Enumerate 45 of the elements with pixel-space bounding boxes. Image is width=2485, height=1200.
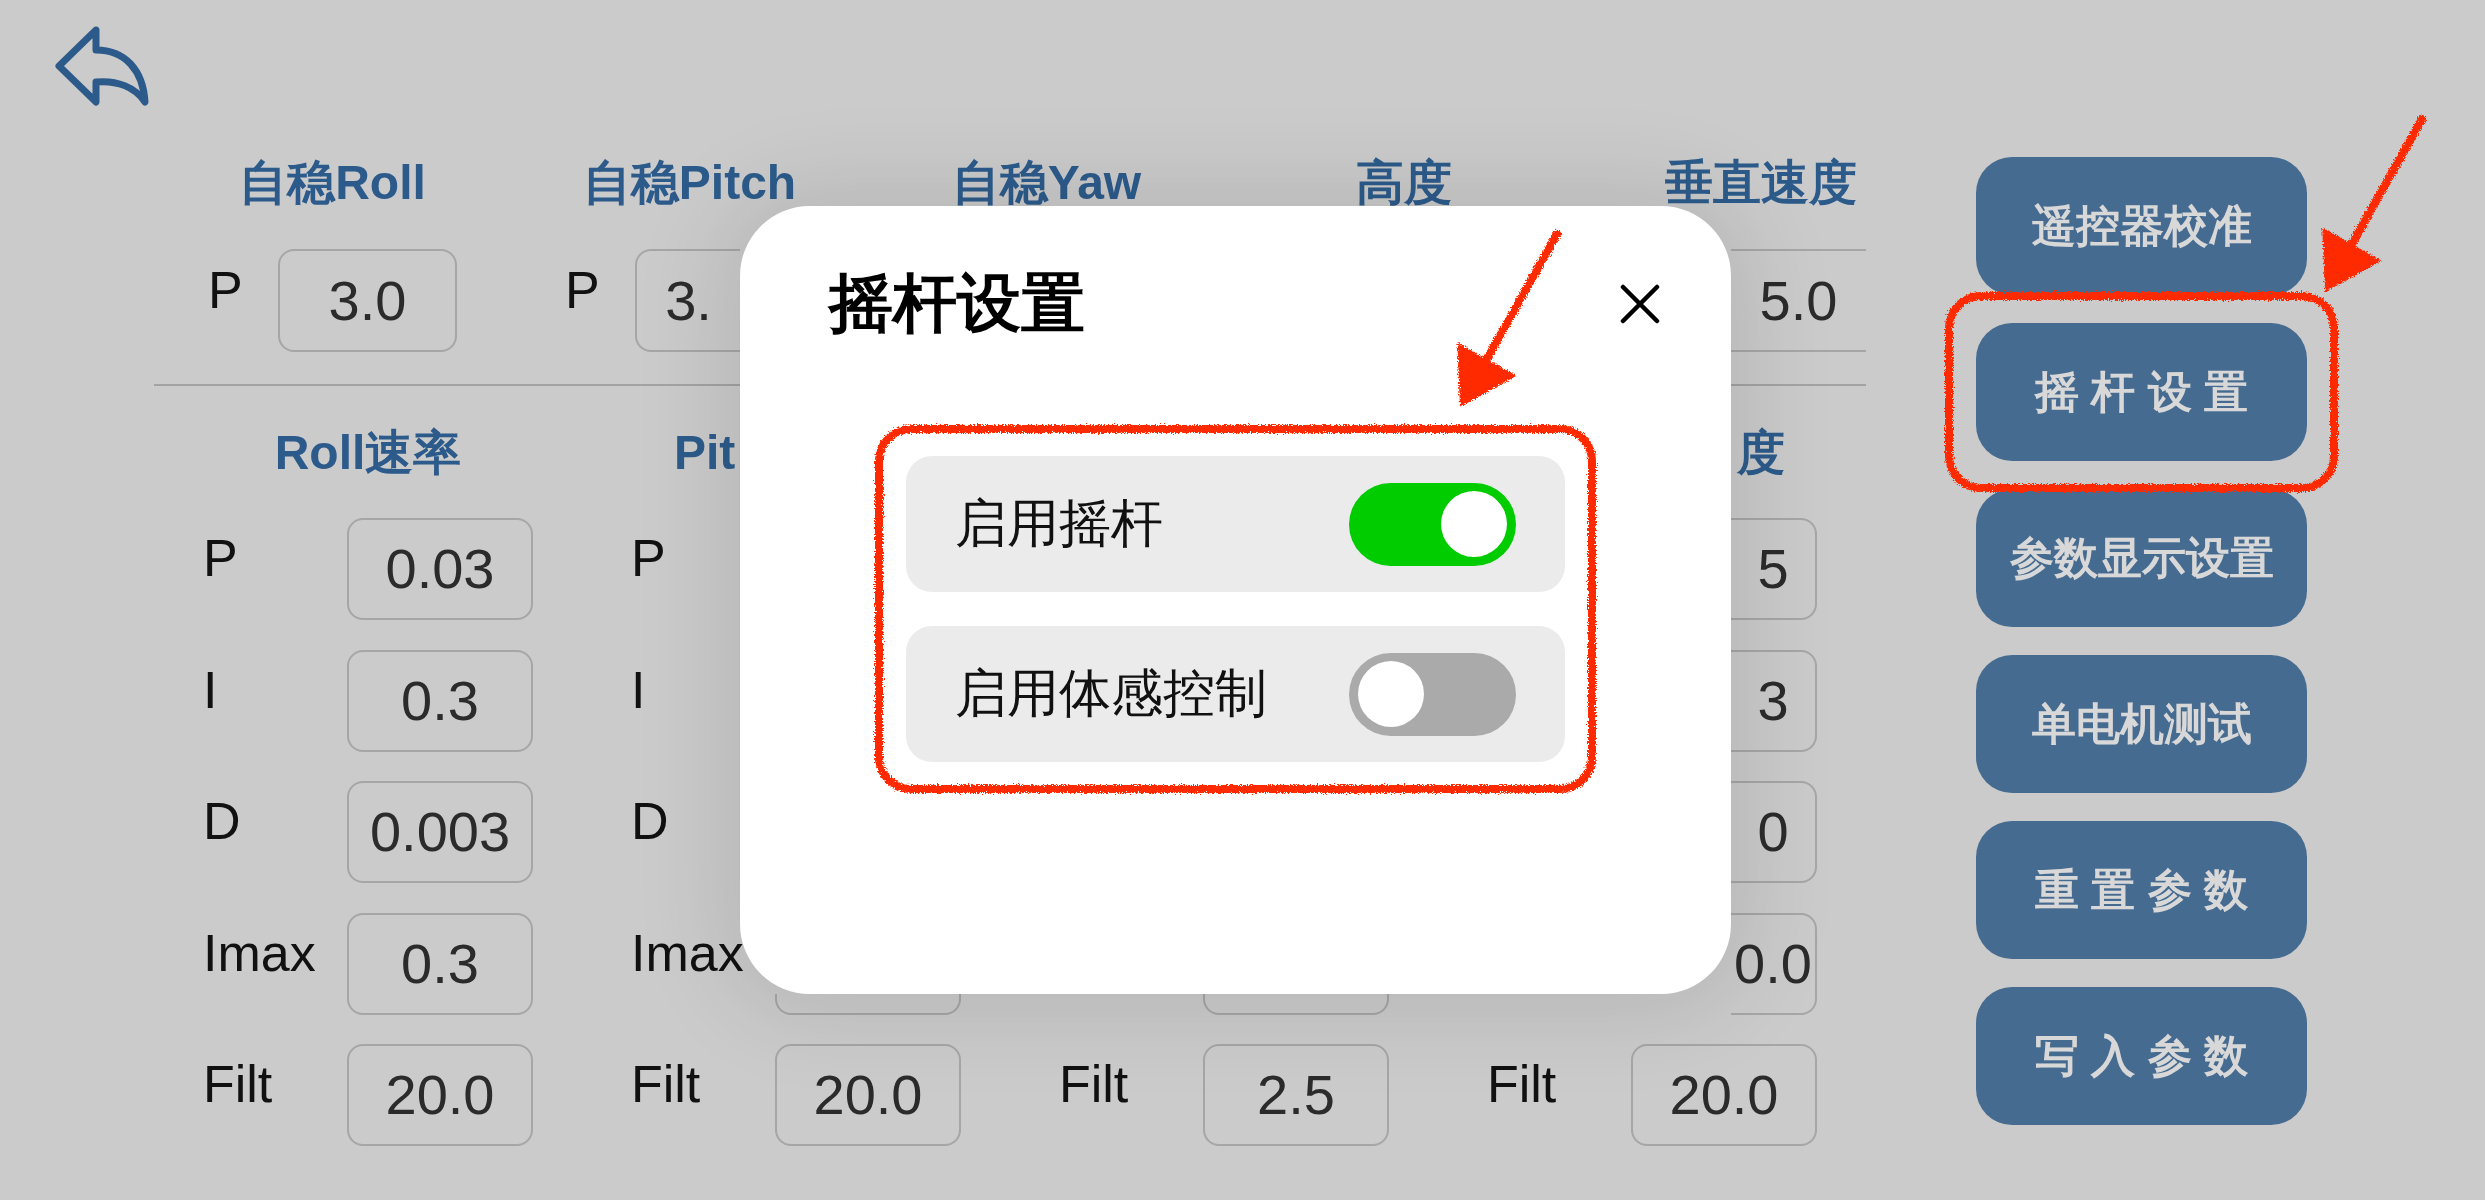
column-title: 垂直速度 — [1664, 156, 1857, 210]
side-menu-button[interactable]: 摇 杆 设 置 — [1976, 323, 2307, 461]
column-title: 自稳Pitch — [582, 156, 797, 210]
param-label: Imax — [631, 924, 744, 983]
param-label: P — [565, 261, 600, 320]
input-field[interactable]: 0.3 — [347, 912, 533, 1015]
input-field[interactable]: 2.5 — [1203, 1044, 1389, 1146]
param-label: D — [631, 793, 669, 851]
input-field[interactable]: 0.0 — [1731, 912, 1817, 1015]
setting-label: 启用体感控制 — [955, 665, 1267, 723]
side-menu-button[interactable]: 遥控器校准 — [1976, 157, 2307, 295]
input-field[interactable]: 0.003 — [347, 781, 533, 883]
param-label: Imax — [203, 924, 316, 983]
side-menu-button[interactable]: 重 置 参 数 — [1976, 821, 2307, 959]
column-title: 高度 — [1355, 156, 1452, 210]
side-menu-button[interactable]: 参数显示设置 — [1976, 489, 2307, 627]
param-label: P — [208, 261, 243, 320]
param-label: P — [631, 530, 666, 588]
param-label: I — [203, 661, 218, 720]
input-field[interactable]: 0.03 — [347, 518, 533, 620]
column-title: 度 — [1737, 426, 1785, 480]
side-menu-button[interactable]: 写 入 参 数 — [1976, 987, 2307, 1125]
column-title: Pit — [674, 426, 736, 480]
input-field[interactable]: 20.0 — [347, 1044, 533, 1146]
param-label: Filt — [1487, 1056, 1557, 1114]
input-field[interactable]: 3.0 — [278, 249, 457, 352]
param-label: Filt — [631, 1056, 701, 1114]
setting-label: 启用摇杆 — [955, 495, 1163, 553]
param-label: I — [631, 661, 646, 720]
back-button[interactable] — [55, 25, 150, 107]
close-icon — [1620, 284, 1660, 324]
param-label: P — [203, 530, 238, 588]
param-label: Filt — [203, 1056, 273, 1114]
dialog-title: 摇杆设置 — [829, 268, 1085, 339]
input-field[interactable]: 0.3 — [347, 649, 533, 752]
side-menu-button[interactable]: 单电机测试 — [1976, 655, 2307, 793]
close-button[interactable] — [1620, 284, 1660, 324]
back-arrow-icon — [55, 25, 150, 107]
column-title: 自稳Roll — [239, 156, 426, 210]
column-title: 自稳Yaw — [951, 156, 1142, 210]
column-title: Roll速率 — [274, 426, 462, 480]
input-field[interactable]: 20.0 — [1631, 1044, 1817, 1146]
input-field[interactable]: 20.0 — [775, 1044, 961, 1146]
param-label: Filt — [1059, 1056, 1129, 1114]
param-label: D — [203, 793, 241, 851]
